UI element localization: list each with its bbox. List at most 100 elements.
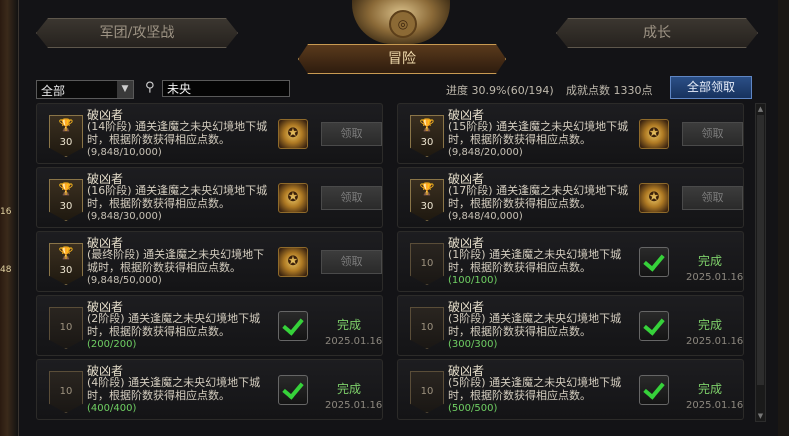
achievement-card: 10 破凶者 (5阶段) 通关逢魔之未央幻境地下城时，根据阶数获得相应点数。 (500… — [397, 359, 744, 420]
achievement-card: 🏆 30 破凶者 (16阶段) 通关逢魔之未央幻境地下城时，根据阶数获得相应点数。 (9… — [36, 167, 383, 228]
achievement-badge: 10 — [49, 307, 83, 349]
points-text: 成就点数 1330点 — [566, 84, 653, 97]
achievement-description: (5阶段) 通关逢魔之未央幻境地下城时，根据阶数获得相应点数。 — [448, 376, 622, 402]
completion-date: 2025.01.16 — [686, 272, 744, 283]
trophy-icon: 🏆 — [58, 182, 74, 196]
achievement-description: (17阶段) 通关逢魔之未央幻境地下城时，根据阶数获得相应点数。 — [448, 184, 629, 210]
completed-label: 完成 — [337, 318, 362, 332]
badge-points: 30 — [59, 265, 73, 276]
achievement-progress: (100/100) — [448, 275, 498, 286]
claim-button[interactable]: 领取 — [682, 186, 743, 210]
achievement-progress: (9,848/50,000) — [87, 275, 162, 286]
completed-label: 完成 — [698, 254, 723, 268]
edge-mark: 48 — [0, 265, 12, 275]
achievement-description: (最终阶段) 通关逢魔之未央幻境地下城时，根据阶数获得相应点数。 — [87, 248, 265, 274]
completed-label: 完成 — [698, 318, 723, 332]
badge-points: 10 — [420, 386, 434, 397]
achievement-list: 🏆 30 破凶者 (14阶段) 通关逢魔之未央幻境地下城时，根据阶数获得相应点数。 (9… — [36, 103, 748, 420]
achievement-badge: 10 — [410, 307, 444, 349]
achievement-description: (1阶段) 通关逢魔之未央幻境地下城时，根据阶数获得相应点数。 — [448, 248, 622, 274]
tab-adventure[interactable]: 冒险 — [298, 44, 506, 74]
completion-date: 2025.01.16 — [325, 336, 383, 347]
badge-points: 10 — [59, 322, 73, 333]
achievement-card: 10 破凶者 (2阶段) 通关逢魔之未央幻境地下城时，根据阶数获得相应点数。 (200… — [36, 295, 383, 356]
claim-button[interactable]: 领取 — [321, 250, 382, 274]
reward-icon[interactable]: ✪ — [639, 183, 669, 213]
claim-all-button[interactable]: 全部领取 — [670, 76, 752, 99]
badge-points: 30 — [420, 201, 434, 212]
achievement-progress: (9,848/30,000) — [87, 211, 162, 222]
claim-button[interactable]: 领取 — [682, 122, 743, 146]
scroll-down-icon[interactable]: ▼ — [756, 411, 765, 421]
achievement-progress: (9,848/10,000) — [87, 147, 162, 158]
completed-label: 完成 — [337, 382, 362, 396]
search-input[interactable] — [162, 80, 290, 97]
achievement-card: 10 破凶者 (1阶段) 通关逢魔之未央幻境地下城时，根据阶数获得相应点数。 (100… — [397, 231, 744, 292]
achievement-description: (16阶段) 通关逢魔之未央幻境地下城时，根据阶数获得相应点数。 — [87, 184, 268, 210]
checkmark-icon — [639, 375, 669, 405]
achievement-badge: 🏆 30 — [49, 243, 83, 285]
badge-points: 30 — [59, 201, 73, 212]
achievement-badge: 🏆 30 — [410, 179, 444, 221]
achievement-description: (2阶段) 通关逢魔之未央幻境地下城时，根据阶数获得相应点数。 — [87, 312, 261, 338]
completed-label: 完成 — [698, 382, 723, 396]
scrollbar[interactable]: ▲ ▼ — [755, 103, 766, 422]
achievement-description: (15阶段) 通关逢魔之未央幻境地下城时，根据阶数获得相应点数。 — [448, 120, 629, 146]
achievement-description: (3阶段) 通关逢魔之未央幻境地下城时，根据阶数获得相应点数。 — [448, 312, 622, 338]
checkmark-icon — [278, 311, 308, 341]
scroll-thumb[interactable] — [757, 115, 764, 385]
reward-icon[interactable]: ✪ — [278, 183, 308, 213]
category-dropdown[interactable]: 全部 ▼ — [36, 80, 134, 99]
achievement-card: 10 破凶者 (4阶段) 通关逢魔之未央幻境地下城时，根据阶数获得相应点数。 (400… — [36, 359, 383, 420]
game-background-edge: 16 48 — [0, 0, 18, 436]
progress-text: 进度 30.9%(60/194) — [446, 84, 554, 97]
achievement-card: 🏆 30 破凶者 (14阶段) 通关逢魔之未央幻境地下城时，根据阶数获得相应点数。 (9… — [36, 103, 383, 164]
claim-button[interactable]: 领取 — [321, 122, 382, 146]
badge-points: 10 — [420, 322, 434, 333]
reward-icon[interactable]: ✪ — [278, 247, 308, 277]
trophy-icon: 🏆 — [58, 246, 74, 260]
search-icon: ⚲ — [145, 80, 155, 95]
scroll-up-icon[interactable]: ▲ — [756, 104, 765, 114]
achievement-progress: (200/200) — [87, 339, 137, 350]
badge-points: 30 — [59, 137, 73, 148]
trophy-icon: 🏆 — [419, 118, 435, 132]
achievement-badge: 🏆 30 — [49, 115, 83, 157]
trophy-icon: 🏆 — [419, 182, 435, 196]
achievement-progress: (9,848/40,000) — [448, 211, 523, 222]
reward-icon[interactable]: ✪ — [639, 119, 669, 149]
completion-date: 2025.01.16 — [686, 400, 744, 411]
badge-points: 30 — [420, 137, 434, 148]
achievement-description: (4阶段) 通关逢魔之未央幻境地下城时，根据阶数获得相应点数。 — [87, 376, 261, 402]
claim-button[interactable]: 领取 — [321, 186, 382, 210]
achievement-badge: 🏆 30 — [410, 115, 444, 157]
achievement-progress: (500/500) — [448, 403, 498, 414]
checkmark-icon — [639, 247, 669, 277]
badge-points: 10 — [420, 258, 434, 269]
tab-legion-siege[interactable]: 军团/攻坚战 — [36, 18, 238, 48]
chevron-down-icon[interactable]: ▼ — [117, 81, 133, 98]
checkmark-icon — [639, 311, 669, 341]
window-edge — [778, 0, 789, 436]
tab-growth[interactable]: 成长 — [556, 18, 758, 48]
checkmark-icon — [278, 375, 308, 405]
dropdown-value: 全部 — [41, 84, 66, 98]
completion-date: 2025.01.16 — [686, 336, 744, 347]
achievement-card: 🏆 30 破凶者 (最终阶段) 通关逢魔之未央幻境地下城时，根据阶数获得相应点数。 (9… — [36, 231, 383, 292]
reward-icon[interactable]: ✪ — [278, 119, 308, 149]
achievement-progress: (300/300) — [448, 339, 498, 350]
achievement-card: 🏆 30 破凶者 (17阶段) 通关逢魔之未央幻境地下城时，根据阶数获得相应点数。 (9… — [397, 167, 744, 228]
achievement-description: (14阶段) 通关逢魔之未央幻境地下城时，根据阶数获得相应点数。 — [87, 120, 268, 146]
achievement-badge: 10 — [49, 371, 83, 413]
achievement-card: 🏆 30 破凶者 (15阶段) 通关逢魔之未央幻境地下城时，根据阶数获得相应点数。 (9… — [397, 103, 744, 164]
achievement-badge: 10 — [410, 243, 444, 285]
achievement-progress: (400/400) — [87, 403, 137, 414]
edge-mark: 16 — [0, 207, 12, 217]
achievement-badge: 🏆 30 — [49, 179, 83, 221]
achievement-progress: (9,848/20,000) — [448, 147, 523, 158]
trophy-icon: 🏆 — [58, 118, 74, 132]
completion-date: 2025.01.16 — [325, 400, 383, 411]
badge-points: 10 — [59, 386, 73, 397]
achievement-card: 10 破凶者 (3阶段) 通关逢魔之未央幻境地下城时，根据阶数获得相应点数。 (300… — [397, 295, 744, 356]
achievement-badge: 10 — [410, 371, 444, 413]
